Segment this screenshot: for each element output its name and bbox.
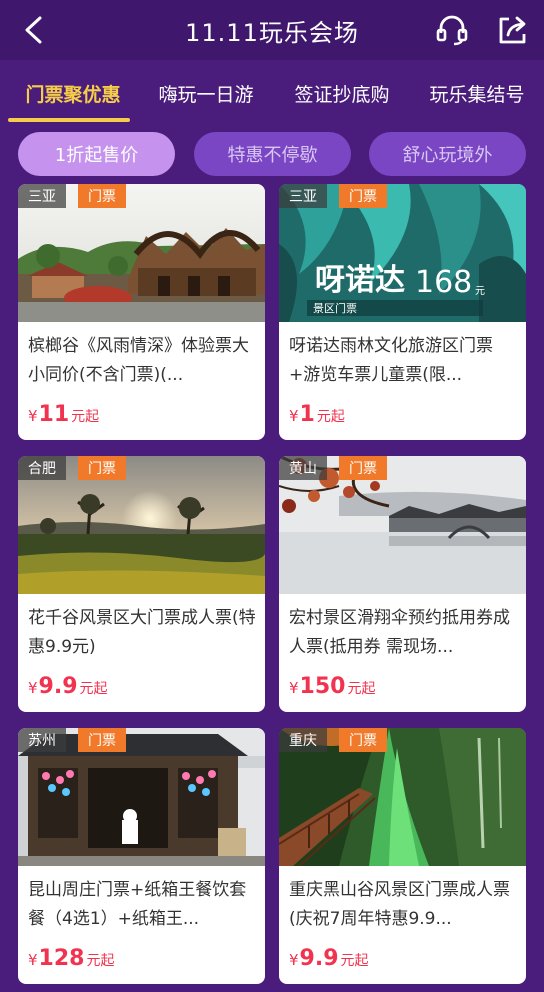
back-button[interactable] <box>14 10 54 50</box>
price-suffix: 元起 <box>347 681 376 697</box>
city-tag: 三亚 <box>18 184 66 208</box>
product-price: ¥ 11 元起 <box>28 402 99 430</box>
category-tabs: 门票聚优惠 嗨玩一日游 签证抄底购 玩乐集结号 <box>0 60 544 126</box>
filter-discount[interactable]: 1折起售价 <box>18 132 175 176</box>
product-card[interactable]: 三亚 门票 槟榔谷《风雨情深》体验票大小同价(不含门票)(... ¥ 11 元起 <box>18 184 265 440</box>
ticket-type-tag: 门票 <box>78 728 126 752</box>
ticket-type-tag: 门票 <box>339 728 387 752</box>
tab-visa[interactable]: 签证抄底购 <box>274 60 410 126</box>
currency-symbol: ¥ <box>28 951 38 969</box>
page-title: 11.11玩乐会场 <box>185 18 359 47</box>
currency-symbol: ¥ <box>289 951 299 969</box>
price-value: 1 <box>299 402 315 427</box>
product-card[interactable]: 合肥 门票 花千谷风景区大门票成人票(特惠9.9元) ¥ 9.9 元起 <box>18 456 265 712</box>
share-icon <box>499 16 526 44</box>
price-value: 150 <box>299 674 346 699</box>
currency-symbol: ¥ <box>289 679 299 697</box>
ticket-type-tag: 门票 <box>78 184 126 208</box>
ticket-type-tag: 门票 <box>339 184 387 208</box>
ticket-type-tag: 门票 <box>78 456 126 480</box>
customer-service-button[interactable] <box>434 12 470 48</box>
filter-pills: 1折起售价 特惠不停歇 舒心玩境外 <box>0 132 544 178</box>
app-header: 11.11玩乐会场 <box>0 0 544 60</box>
currency-symbol: ¥ <box>28 407 38 425</box>
price-value: 9.9 <box>38 674 78 699</box>
product-price: ¥ 1 元起 <box>289 402 345 430</box>
currency-symbol: ¥ <box>28 679 38 697</box>
product-price: ¥ 128 元起 <box>28 946 114 974</box>
product-price: ¥ 9.9 元起 <box>289 946 369 974</box>
filter-nonstop-deals[interactable]: 特惠不停歇 <box>194 132 351 176</box>
city-tag: 黄山 <box>279 456 327 480</box>
product-name: 花千谷风景区大门票成人票(特惠9.9元) <box>28 608 256 657</box>
product-name: 槟榔谷《风雨情深》体验票大小同价(不含门票)(... <box>28 336 249 385</box>
price-suffix: 元起 <box>86 953 115 969</box>
price-suffix: 元起 <box>316 409 345 425</box>
product-name: 宏村景区滑翔伞预约抵用券成人票(抵用券 需现场... <box>289 608 510 657</box>
headset-icon <box>436 15 468 46</box>
chevron-left-icon <box>25 16 42 44</box>
product-card[interactable]: 黄山 门票 宏村景区滑翔伞预约抵用券成人票(抵用券 需现场... ¥ 150 元… <box>279 456 526 712</box>
currency-symbol: ¥ <box>289 407 299 425</box>
tab-fun-gathering[interactable]: 玩乐集结号 <box>410 60 544 126</box>
city-tag: 合肥 <box>18 456 66 480</box>
city-tag: 苏州 <box>18 728 66 752</box>
price-suffix: 元起 <box>340 953 369 969</box>
product-price: ¥ 9.9 元起 <box>28 674 108 702</box>
image-label-text: 景区门票 <box>313 301 357 315</box>
product-price: ¥ 150 元起 <box>289 674 375 702</box>
product-card[interactable]: 重庆 门票 重庆黑山谷风景区门票成人票(庆祝7周年特惠9.9... ¥ 9.9 … <box>279 728 526 984</box>
city-tag: 重庆 <box>279 728 327 752</box>
share-button[interactable] <box>494 12 530 48</box>
price-suffix: 元起 <box>71 409 100 425</box>
product-name: 昆山周庄门票+纸箱王餐饮套餐（4选1）+纸箱王... <box>28 880 247 929</box>
image-unit-text: 元 <box>475 286 485 297</box>
price-value: 9.9 <box>299 946 339 971</box>
product-name: 重庆黑山谷风景区门票成人票(庆祝7周年特惠9.9... <box>289 880 510 929</box>
product-name: 呀诺达雨林文化旅游区门票+游览车票儿童票(限... <box>289 336 493 385</box>
tab-tickets[interactable]: 门票聚优惠 <box>0 60 138 126</box>
price-suffix: 元起 <box>79 681 108 697</box>
image-number-text: 168 <box>415 265 472 300</box>
product-card[interactable]: 呀诺达 168 元 景区门票 三亚 门票 呀诺达雨林文化旅游区门票+游览车票儿童… <box>279 184 526 440</box>
price-value: 11 <box>38 402 70 427</box>
filter-overseas[interactable]: 舒心玩境外 <box>369 132 526 176</box>
tab-day-tours[interactable]: 嗨玩一日游 <box>138 60 274 126</box>
product-card[interactable]: 苏州 门票 昆山周庄门票+纸箱王餐饮套餐（4选1）+纸箱王... ¥ 128 元… <box>18 728 265 984</box>
image-brand-text: 呀诺达 <box>315 263 405 298</box>
city-tag: 三亚 <box>279 184 327 208</box>
ticket-type-tag: 门票 <box>339 456 387 480</box>
price-value: 128 <box>38 946 85 971</box>
